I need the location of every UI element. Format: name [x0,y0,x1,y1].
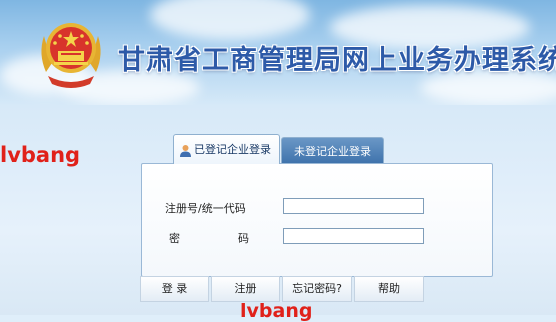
watermark-text: lvbang [0,143,81,167]
national-emblem-icon [41,23,101,88]
login-button[interactable]: 登 录 [140,276,209,302]
header-banner: 甘肃省工商管理局网上业务办理系统 [0,0,556,105]
password-label-part1: 密 [169,232,180,245]
tab-registered-login[interactable]: 已登记企业登录 [173,134,280,164]
registration-number-label: 注册号/统一代码 [165,202,246,215]
tab-label: 未登记企业登录 [294,145,371,158]
password-label-part2: 码 [238,232,249,245]
help-button[interactable]: 帮助 [354,276,424,302]
password-input[interactable] [283,228,424,244]
cloud-decoration [150,0,310,40]
tab-unregistered-login[interactable]: 未登记企业登录 [281,137,384,164]
watermark-text: lvbang [240,300,313,322]
register-button[interactable]: 注册 [211,276,280,302]
login-panel [141,163,493,277]
page-title: 甘肃省工商管理局网上业务办理系统 [118,45,556,76]
forgot-password-button[interactable]: 忘记密码? [282,276,352,302]
user-icon [180,144,191,157]
tab-label: 已登记企业登录 [194,143,271,156]
registration-number-input[interactable] [283,198,424,214]
